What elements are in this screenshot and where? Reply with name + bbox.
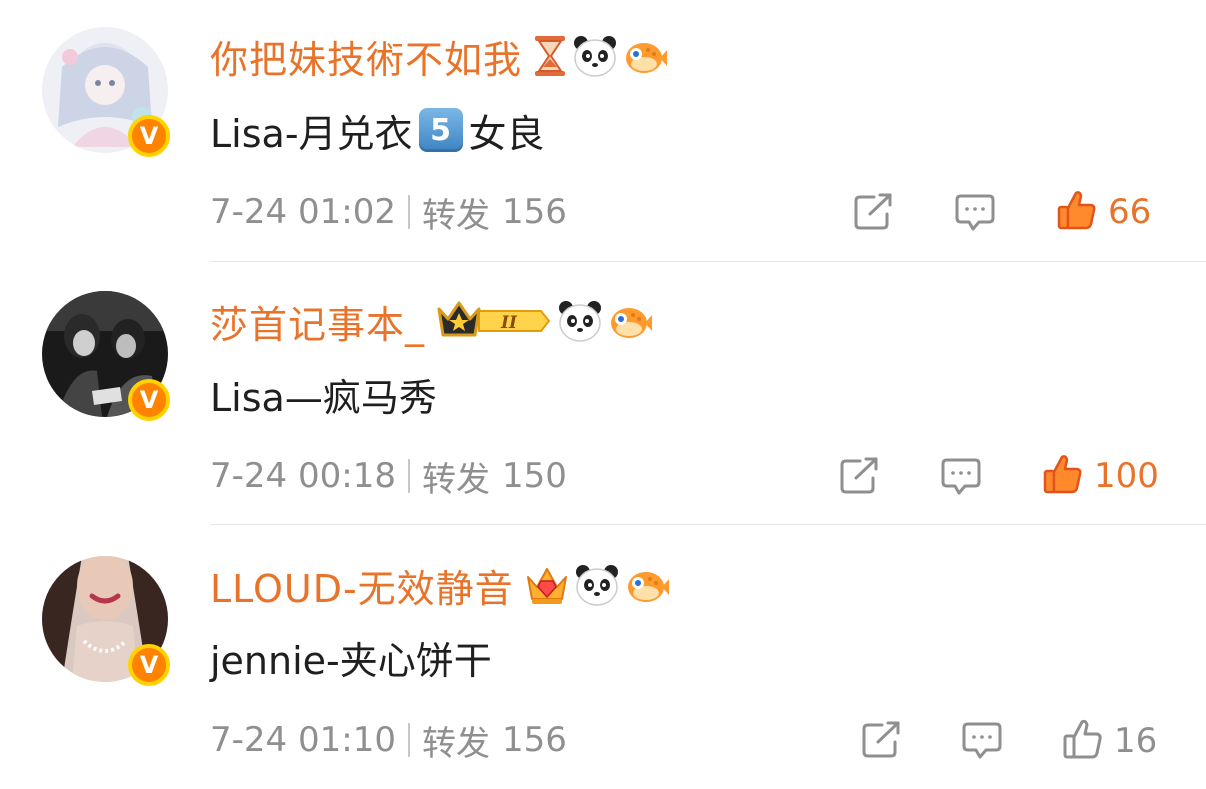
comment-item: V 你把妹技術不如我 Lisa-月兑衣 5 女良 7-24 01:02 转发 1… — [0, 0, 1206, 263]
comment-meta: 7-24 01:10 转发 156 — [210, 718, 567, 764]
meta-divider — [407, 459, 410, 493]
level-badge-text: II — [500, 313, 518, 333]
forward-label: 转发 — [421, 723, 490, 764]
divider — [210, 261, 1206, 262]
comment-item: V LLOUD-无效静音 jennie-夹心饼干 7-24 01:10 转发 1… — [0, 526, 1206, 789]
username[interactable]: 你把妹技術不如我 — [210, 29, 522, 84]
comment-item: V 莎首记事本_ II Lisa—疯马秀 7-24 00:18 转发 150 1… — [0, 263, 1206, 526]
panda-icon — [572, 34, 618, 78]
share-icon — [860, 720, 902, 764]
timestamp: 7-24 01:02 — [210, 192, 396, 232]
comment-text: Lisa—疯马秀 — [210, 375, 437, 420]
name-row: 你把妹技術不如我 — [210, 30, 668, 82]
share-button[interactable] — [860, 720, 902, 764]
badge-list — [532, 34, 668, 78]
like-count: 100 — [1094, 456, 1159, 496]
name-row: LLOUD-无效静音 — [210, 559, 670, 611]
comment-meta: 7-24 00:18 转发 150 — [210, 454, 567, 500]
comment-text: jennie-夹心饼干 — [210, 638, 492, 683]
share-button[interactable] — [838, 456, 880, 500]
verified-badge: V — [128, 379, 170, 421]
crown-level-ii-icon: II — [435, 299, 553, 343]
pufferfish-icon — [622, 34, 668, 78]
like-button[interactable]: 100 — [1042, 453, 1159, 499]
like-button[interactable]: 16 — [1062, 718, 1157, 764]
forward-label: 转发 — [421, 195, 490, 236]
badge-list: II — [435, 299, 653, 343]
forward-count: 150 — [501, 456, 567, 496]
comment-button[interactable] — [960, 720, 1004, 766]
thumbs-up-icon — [1062, 718, 1104, 764]
forward-label: 转发 — [421, 459, 490, 500]
comment-bubble-icon — [953, 192, 997, 238]
comment-bubble-icon — [960, 720, 1004, 766]
meta-divider — [407, 723, 410, 757]
pufferfish-icon — [607, 299, 653, 343]
like-count: 16 — [1114, 721, 1158, 761]
like-button[interactable]: 66 — [1056, 189, 1151, 235]
like-count: 66 — [1108, 192, 1152, 232]
comment-text: Lisa-月兑衣 5 女良 — [210, 102, 545, 158]
username[interactable]: 莎首记事本_ — [210, 294, 425, 349]
gem-crown-icon — [524, 563, 570, 607]
panda-icon — [574, 563, 620, 607]
verified-badge: V — [128, 644, 170, 686]
forward-count: 156 — [501, 720, 567, 760]
comment-button[interactable] — [939, 456, 983, 502]
timestamp: 7-24 01:10 — [210, 720, 396, 760]
hourglass-icon — [532, 34, 568, 78]
meta-divider — [407, 195, 410, 229]
panda-icon — [557, 299, 603, 343]
comment-text-part: Lisa-月兑衣 — [210, 111, 413, 156]
comment-bubble-icon — [939, 456, 983, 502]
divider — [210, 524, 1206, 525]
badge-list — [524, 563, 670, 607]
verified-badge: V — [128, 115, 170, 157]
thumbs-up-icon — [1056, 189, 1098, 235]
share-icon — [838, 456, 880, 500]
comment-button[interactable] — [953, 192, 997, 238]
timestamp: 7-24 00:18 — [210, 456, 396, 496]
share-button[interactable] — [852, 192, 894, 236]
name-row: 莎首记事本_ II — [210, 295, 653, 347]
thumbs-up-icon — [1042, 453, 1084, 499]
share-icon — [852, 192, 894, 236]
comment-text-part: 女良 — [468, 111, 545, 156]
forward-count: 156 — [501, 192, 567, 232]
pufferfish-icon — [624, 563, 670, 607]
comment-meta: 7-24 01:02 转发 156 — [210, 190, 567, 236]
username[interactable]: LLOUD-无效静音 — [210, 558, 514, 613]
keycap-five-icon: 5 — [418, 108, 463, 152]
